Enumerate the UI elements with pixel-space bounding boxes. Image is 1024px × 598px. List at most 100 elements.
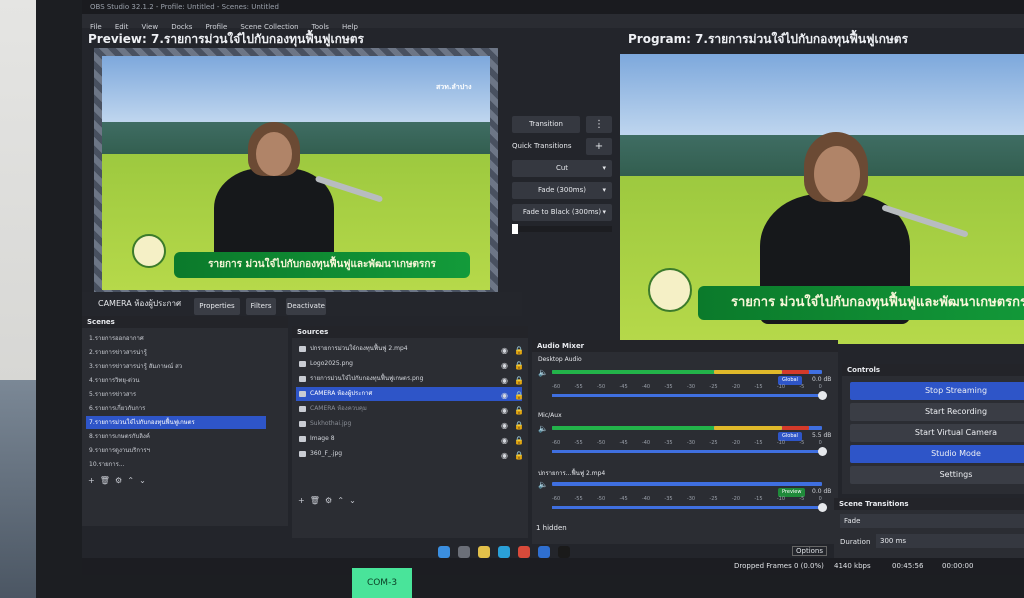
search-icon[interactable]	[458, 546, 470, 558]
visibility-eye-icon[interactable]: ◉	[501, 389, 508, 401]
speaker-icon[interactable]: 🔈	[538, 424, 548, 433]
scene-item[interactable]: 5.รายการข่าวสาร	[86, 388, 266, 401]
stream-time: 00:45:56	[892, 562, 924, 570]
quick-cut[interactable]: Cut ▾	[512, 160, 612, 177]
scene-item[interactable]: 2.รายการข่าวสารน่ารู้	[86, 346, 266, 359]
lock-icon[interactable]: 🔒	[514, 404, 522, 416]
scene-item[interactable]: 3.รายการข่าวสารน่ารู้ สัมภาษณ์ สว	[86, 360, 266, 373]
transition-select[interactable]: Fade	[840, 514, 1024, 528]
stop-streaming-button[interactable]: Stop Streaming	[850, 382, 1024, 400]
visibility-eye-icon[interactable]: ◉	[501, 404, 508, 416]
transition-button[interactable]: Transition	[512, 116, 580, 133]
add-quick-transition-icon[interactable]: +	[586, 138, 612, 155]
lock-icon[interactable]: 🔒	[514, 344, 522, 356]
scene-item[interactable]: 7.รายการม่วนใจ๋ไปกับกองทุนฟื้นฟูเกษตร	[86, 416, 266, 429]
controls-title: Controls	[842, 364, 1024, 376]
source-item[interactable]: Logo2025.png ◉ 🔒	[296, 357, 522, 371]
quick-fade[interactable]: Fade (300ms) ▾	[512, 182, 612, 199]
scale-tick: -10	[776, 384, 786, 390]
chevron-down-icon[interactable]: ⌄	[139, 476, 146, 485]
volume-fader[interactable]	[552, 506, 822, 509]
edge-icon[interactable]	[498, 546, 510, 558]
scale-tick: -30	[686, 384, 696, 390]
source-item[interactable]: ปกรายการม่วนใจ๋กองทุนฟื้นฟู 2.mp4 ◉ 🔒	[296, 342, 522, 356]
scene-item[interactable]: 4.รายการวิทยุ-ด่วน	[86, 374, 266, 387]
speaker-icon[interactable]: 🔈	[538, 368, 548, 377]
transition-menu-icon[interactable]: ⋮	[586, 116, 612, 133]
start-recording-button[interactable]: Start Recording	[850, 403, 1024, 421]
lock-icon[interactable]: 🔒	[514, 389, 522, 401]
add-icon[interactable]: +	[88, 476, 95, 485]
scene-item[interactable]: 9.รายการดูงานบริการฯ	[86, 444, 266, 457]
speaker-icon[interactable]: 🔈	[538, 480, 548, 489]
scene-item[interactable]: 8.รายการเกษตรกับลิงค์	[86, 430, 266, 443]
chrome-icon[interactable]	[518, 546, 530, 558]
volume-fader[interactable]	[552, 394, 822, 397]
volume-fader-handle[interactable]	[818, 447, 827, 456]
source-item[interactable]: Image 8 ◉ 🔒	[296, 432, 522, 446]
t-bar-handle[interactable]	[512, 224, 518, 234]
visibility-eye-icon[interactable]: ◉	[501, 374, 508, 386]
volume-fader[interactable]	[552, 450, 822, 453]
source-item[interactable]: CAMERA ห้องควบคุม ◉ 🔒	[296, 402, 522, 416]
visibility-eye-icon[interactable]: ◉	[501, 449, 508, 461]
deactivate-button[interactable]: Deactivate	[286, 298, 326, 315]
lock-icon[interactable]: 🔒	[514, 419, 522, 431]
options-button[interactable]: Options	[792, 546, 828, 556]
scale-tick: -40	[641, 440, 651, 446]
visibility-eye-icon[interactable]: ◉	[501, 359, 508, 371]
trash-icon[interactable]: 🗑	[310, 496, 320, 505]
t-bar[interactable]	[512, 224, 612, 234]
chevron-down-icon[interactable]: ⌄	[349, 496, 356, 505]
audio-mixer-dock: Audio Mixer Desktop Audio Global 0.0 dB 🔈 -6…	[532, 340, 838, 544]
lock-icon[interactable]: 🔒	[514, 374, 522, 386]
lock-icon[interactable]: 🔒	[514, 359, 522, 371]
image-icon	[299, 436, 306, 442]
selected-source-name: CAMERA ห้องผู้ประกาศ	[98, 299, 182, 308]
scene-item[interactable]: 10.รายการ...	[86, 458, 266, 471]
mixer-channel-name: Mic/Aux	[538, 412, 562, 419]
gear-icon[interactable]: ⚙	[115, 476, 122, 485]
source-item[interactable]: Sukhothai.jpg ◉ 🔒	[296, 417, 522, 431]
chevron-up-icon[interactable]: ⌃	[337, 496, 344, 505]
start-virtual-camera-button[interactable]: Start Virtual Camera	[850, 424, 1024, 442]
volume-fader-handle[interactable]	[818, 503, 827, 512]
scale-tick: -35	[664, 440, 673, 446]
lock-icon[interactable]: 🔒	[514, 449, 522, 461]
source-item[interactable]: 360_F_.jpg ◉ 🔒	[296, 447, 522, 461]
volume-fader-handle[interactable]	[818, 391, 827, 400]
scale-tick: -45	[619, 384, 628, 390]
chevron-up-icon[interactable]: ⌃	[127, 476, 134, 485]
chevron-down-icon: ▾	[602, 208, 606, 216]
properties-button[interactable]: Properties	[194, 298, 240, 315]
add-icon[interactable]: +	[298, 496, 305, 505]
folder-icon[interactable]	[478, 546, 490, 558]
visibility-eye-icon[interactable]: ◉	[501, 434, 508, 446]
visibility-eye-icon[interactable]: ◉	[501, 344, 508, 356]
source-toolbar: CAMERA ห้องผู้ประกาศ Properties Filters …	[82, 292, 522, 316]
source-item[interactable]: CAMERA ห้องผู้ประกาศ ◉ 🔒	[296, 387, 522, 401]
scale-tick: -15	[754, 496, 763, 502]
lock-icon[interactable]: 🔒	[514, 434, 522, 446]
source-item[interactable]: รายการม่วนใจ๋ไปกับกองทุนฟื้นฟูเกษตร.png ◉…	[296, 372, 522, 386]
scale-tick: -45	[619, 496, 628, 502]
settings-button[interactable]: Settings	[850, 466, 1024, 484]
obs-icon[interactable]	[558, 546, 570, 558]
scene-item[interactable]: 1.รายการออกอากาศ	[86, 332, 266, 345]
scene-item[interactable]: 6.รายการเกี่ยวกับการ	[86, 402, 266, 415]
studio-mode-button[interactable]: Studio Mode	[850, 445, 1024, 463]
duration-input[interactable]: 300 ms	[876, 534, 1024, 548]
windows-start-icon[interactable]	[438, 546, 450, 558]
mixer-channel-db: 0.0 dB	[812, 376, 832, 383]
visibility-eye-icon[interactable]: ◉	[501, 419, 508, 431]
quick-transitions-label: Quick Transitions	[512, 142, 572, 150]
preview-canvas[interactable]: รายการ ม่วนใจ๋ไปกับกองทุนฟื้นฟูและพัฒนาเ…	[94, 48, 498, 298]
trash-icon[interactable]: 🗑	[100, 476, 110, 485]
filters-button[interactable]: Filters	[246, 298, 276, 315]
quick-fade-black[interactable]: Fade to Black (300ms) ▾	[512, 204, 612, 221]
meter-level-red	[781, 426, 809, 430]
hp-icon[interactable]	[538, 546, 550, 558]
gear-icon[interactable]: ⚙	[325, 496, 332, 505]
menu-bar: File Edit View Docks Profile Scene Colle…	[82, 14, 1024, 31]
hidden-count[interactable]: 1 hidden	[536, 524, 567, 532]
